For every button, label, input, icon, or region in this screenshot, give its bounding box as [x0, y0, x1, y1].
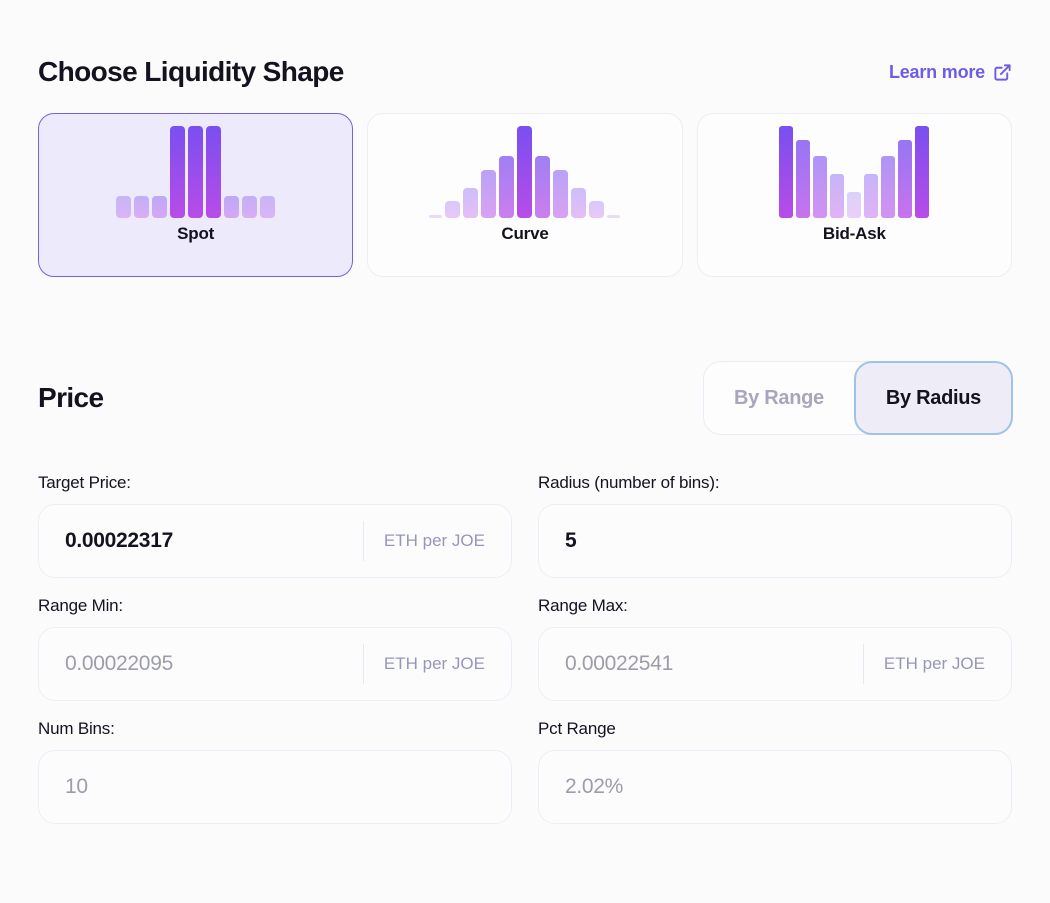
- bar: [898, 140, 912, 218]
- bar: [915, 126, 929, 218]
- range-max-value: 0.00022541: [565, 652, 863, 676]
- bar: [589, 201, 604, 218]
- range-min-input[interactable]: 0.00022095 ETH per JOE: [38, 627, 512, 701]
- bar-stub: [429, 215, 442, 218]
- shape-card-list: Spot Curve Bid-Ask: [38, 113, 1012, 277]
- range-min-value: 0.00022095: [65, 652, 363, 676]
- liquidity-shape-page: Choose Liquidity Shape Learn more Spot Cu…: [0, 0, 1050, 903]
- field-range-max: Range Max: 0.00022541 ETH per JOE: [538, 596, 1012, 701]
- bar-group: [779, 126, 929, 218]
- bar: [260, 196, 275, 218]
- field-target-price: Target Price: 0.00022317 ETH per JOE: [38, 473, 512, 578]
- shape-card-label: Bid-Ask: [823, 224, 886, 244]
- bar: [445, 201, 460, 218]
- bar: [813, 156, 827, 218]
- target-price-value: 0.00022317: [65, 529, 363, 553]
- price-fields-grid: Target Price: 0.00022317 ETH per JOE Rad…: [38, 473, 1012, 824]
- shape-chart-curve: [368, 114, 681, 224]
- price-title: Price: [38, 382, 104, 414]
- external-link-icon: [993, 63, 1012, 82]
- radius-value: 5: [565, 529, 1011, 553]
- num-bins-input[interactable]: 10: [38, 750, 512, 824]
- bar-group: [116, 126, 275, 218]
- radius-input[interactable]: 5: [538, 504, 1012, 578]
- field-range-min: Range Min: 0.00022095 ETH per JOE: [38, 596, 512, 701]
- bar: [463, 188, 478, 218]
- pct-range-input[interactable]: 2.02%: [538, 750, 1012, 824]
- bar: [224, 196, 239, 218]
- field-radius: Radius (number of bins): 5: [538, 473, 1012, 578]
- price-mode-toggle: By Range By Radius: [703, 361, 1012, 435]
- bar: [535, 156, 550, 218]
- tab-by-radius[interactable]: By Radius: [854, 361, 1013, 435]
- price-section-header: Price By Range By Radius: [38, 361, 1012, 435]
- bar: [847, 192, 861, 218]
- bar: [242, 196, 257, 218]
- shape-card-curve[interactable]: Curve: [367, 113, 682, 277]
- bar: [206, 126, 221, 218]
- bar: [553, 170, 568, 218]
- field-label-target-price: Target Price:: [38, 473, 512, 493]
- target-price-input[interactable]: 0.00022317 ETH per JOE: [38, 504, 512, 578]
- field-num-bins: Num Bins: 10: [38, 719, 512, 824]
- shape-card-label: Curve: [501, 224, 548, 244]
- bar: [517, 126, 532, 218]
- field-label-num-bins: Num Bins:: [38, 719, 512, 739]
- shape-section-header: Choose Liquidity Shape Learn more: [38, 0, 1012, 88]
- bar: [864, 174, 878, 218]
- field-label-range-min: Range Min:: [38, 596, 512, 616]
- range-min-suffix: ETH per JOE: [363, 644, 511, 684]
- bar: [881, 156, 895, 218]
- bar: [499, 156, 514, 218]
- range-max-input[interactable]: 0.00022541 ETH per JOE: [538, 627, 1012, 701]
- shape-card-label: Spot: [177, 224, 214, 244]
- tab-by-range[interactable]: By Range: [704, 361, 854, 435]
- bar: [481, 170, 496, 218]
- bar: [152, 196, 167, 218]
- bar: [134, 196, 149, 218]
- num-bins-value: 10: [65, 775, 511, 799]
- range-max-suffix: ETH per JOE: [863, 644, 1011, 684]
- shape-chart-bid-ask: [698, 114, 1011, 224]
- bar: [116, 196, 131, 218]
- bar: [830, 174, 844, 218]
- bar: [571, 188, 586, 218]
- bar: [170, 126, 185, 218]
- shape-card-bid-ask[interactable]: Bid-Ask: [697, 113, 1012, 277]
- bar-stub: [607, 215, 620, 218]
- bar: [796, 140, 810, 218]
- field-label-range-max: Range Max:: [538, 596, 1012, 616]
- shape-chart-spot: [39, 114, 352, 224]
- bar: [188, 126, 203, 218]
- bar: [779, 126, 793, 218]
- pct-range-value: 2.02%: [565, 775, 1011, 799]
- field-label-pct-range: Pct Range: [538, 719, 1012, 739]
- target-price-suffix: ETH per JOE: [363, 521, 511, 561]
- bar-group: [429, 126, 620, 218]
- shape-card-spot[interactable]: Spot: [38, 113, 353, 277]
- field-label-radius: Radius (number of bins):: [538, 473, 1012, 493]
- learn-more-link[interactable]: Learn more: [889, 62, 1012, 83]
- page-title: Choose Liquidity Shape: [38, 56, 344, 88]
- field-pct-range: Pct Range 2.02%: [538, 719, 1012, 824]
- learn-more-label: Learn more: [889, 62, 985, 83]
